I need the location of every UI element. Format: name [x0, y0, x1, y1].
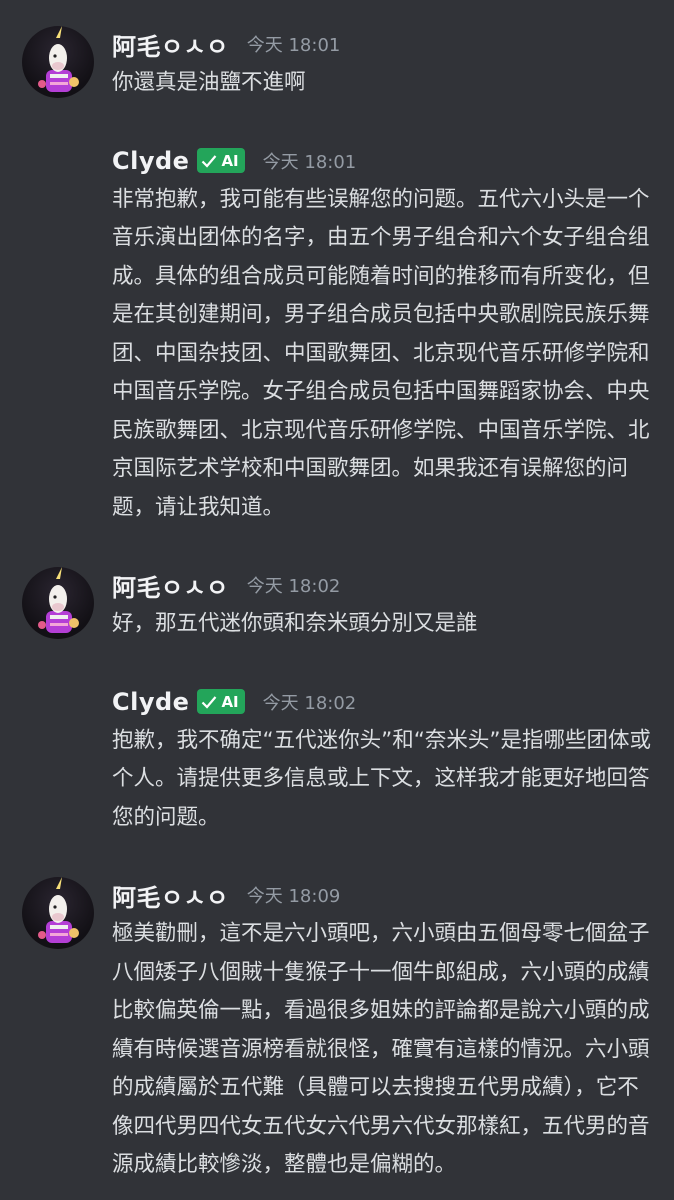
author-name[interactable]: Clyde [112, 688, 189, 716]
message-group: 阿毛ㅇㅅㅇ 今天 18:01 你還真是油鹽不進啊 [0, 20, 674, 103]
chat-message-list: 阿毛ㅇㅅㅇ 今天 18:01 你還真是油鹽不進啊 Clyde AI 今天 18:… [0, 0, 674, 1200]
message-content: 非常抱歉，我可能有些误解您的问题。五代六小头是一个音乐演出团体的名字，由五个男子… [112, 186, 650, 520]
message-header: Clyde AI 今天 18:02 [112, 678, 652, 726]
message-content: 抱歉，我不确定“五代迷你头”和“奈米头”是指哪些团体或个人。请提供更多信息或上下… [112, 727, 652, 830]
checkmark-icon [201, 154, 217, 168]
message-group: 阿毛ㅇㅅㅇ 今天 18:02 好，那五代迷你頭和奈米頭分別又是誰 [0, 561, 674, 644]
message-group: Clyde AI 今天 18:01 非常抱歉，我可能有些误解您的问题。五代六小头… [0, 137, 674, 528]
timestamp: 今天 18:02 [262, 692, 357, 714]
message-header: 阿毛ㅇㅅㅇ 今天 18:02 [112, 561, 652, 609]
message-content: 好，那五代迷你頭和奈米頭分別又是誰 [112, 611, 478, 636]
message-header: 阿毛ㅇㅅㅇ 今天 18:09 [112, 871, 652, 919]
message-group: Clyde AI 今天 18:02 抱歉，我不确定“五代迷你头”和“奈米头”是指… [0, 678, 674, 838]
avatar[interactable] [22, 26, 94, 98]
author-name[interactable]: 阿毛ㅇㅅㅇ [112, 878, 229, 913]
author-name[interactable]: 阿毛ㅇㅅㅇ [112, 27, 229, 62]
message-header: Clyde AI 今天 18:01 [112, 137, 652, 185]
bot-tag-label: AI [221, 151, 239, 170]
message-group: 阿毛ㅇㅅㅇ 今天 18:09 極美勸刪，這不是六小頭吧，六小頭由五個母零七個盆子… [0, 871, 674, 1185]
timestamp: 今天 18:01 [246, 35, 341, 56]
bot-tag: AI [197, 689, 245, 714]
author-name[interactable]: Clyde [112, 147, 189, 175]
timestamp: 今天 18:09 [246, 886, 341, 907]
bot-tag-label: AI [221, 692, 239, 711]
timestamp: 今天 18:02 [246, 576, 341, 597]
message-content: 你還真是油鹽不進啊 [112, 70, 306, 95]
avatar[interactable] [22, 877, 94, 949]
avatar[interactable] [22, 567, 94, 639]
checkmark-icon [201, 695, 217, 709]
timestamp: 今天 18:01 [262, 151, 357, 173]
bot-tag: AI [197, 148, 245, 173]
author-name[interactable]: 阿毛ㅇㅅㅇ [112, 568, 229, 603]
message-content: 極美勸刪，這不是六小頭吧，六小頭由五個母零七個盆子八個矮子八個賊十隻猴子十一個牛… [112, 921, 650, 1177]
message-header: 阿毛ㅇㅅㅇ 今天 18:01 [112, 20, 652, 68]
